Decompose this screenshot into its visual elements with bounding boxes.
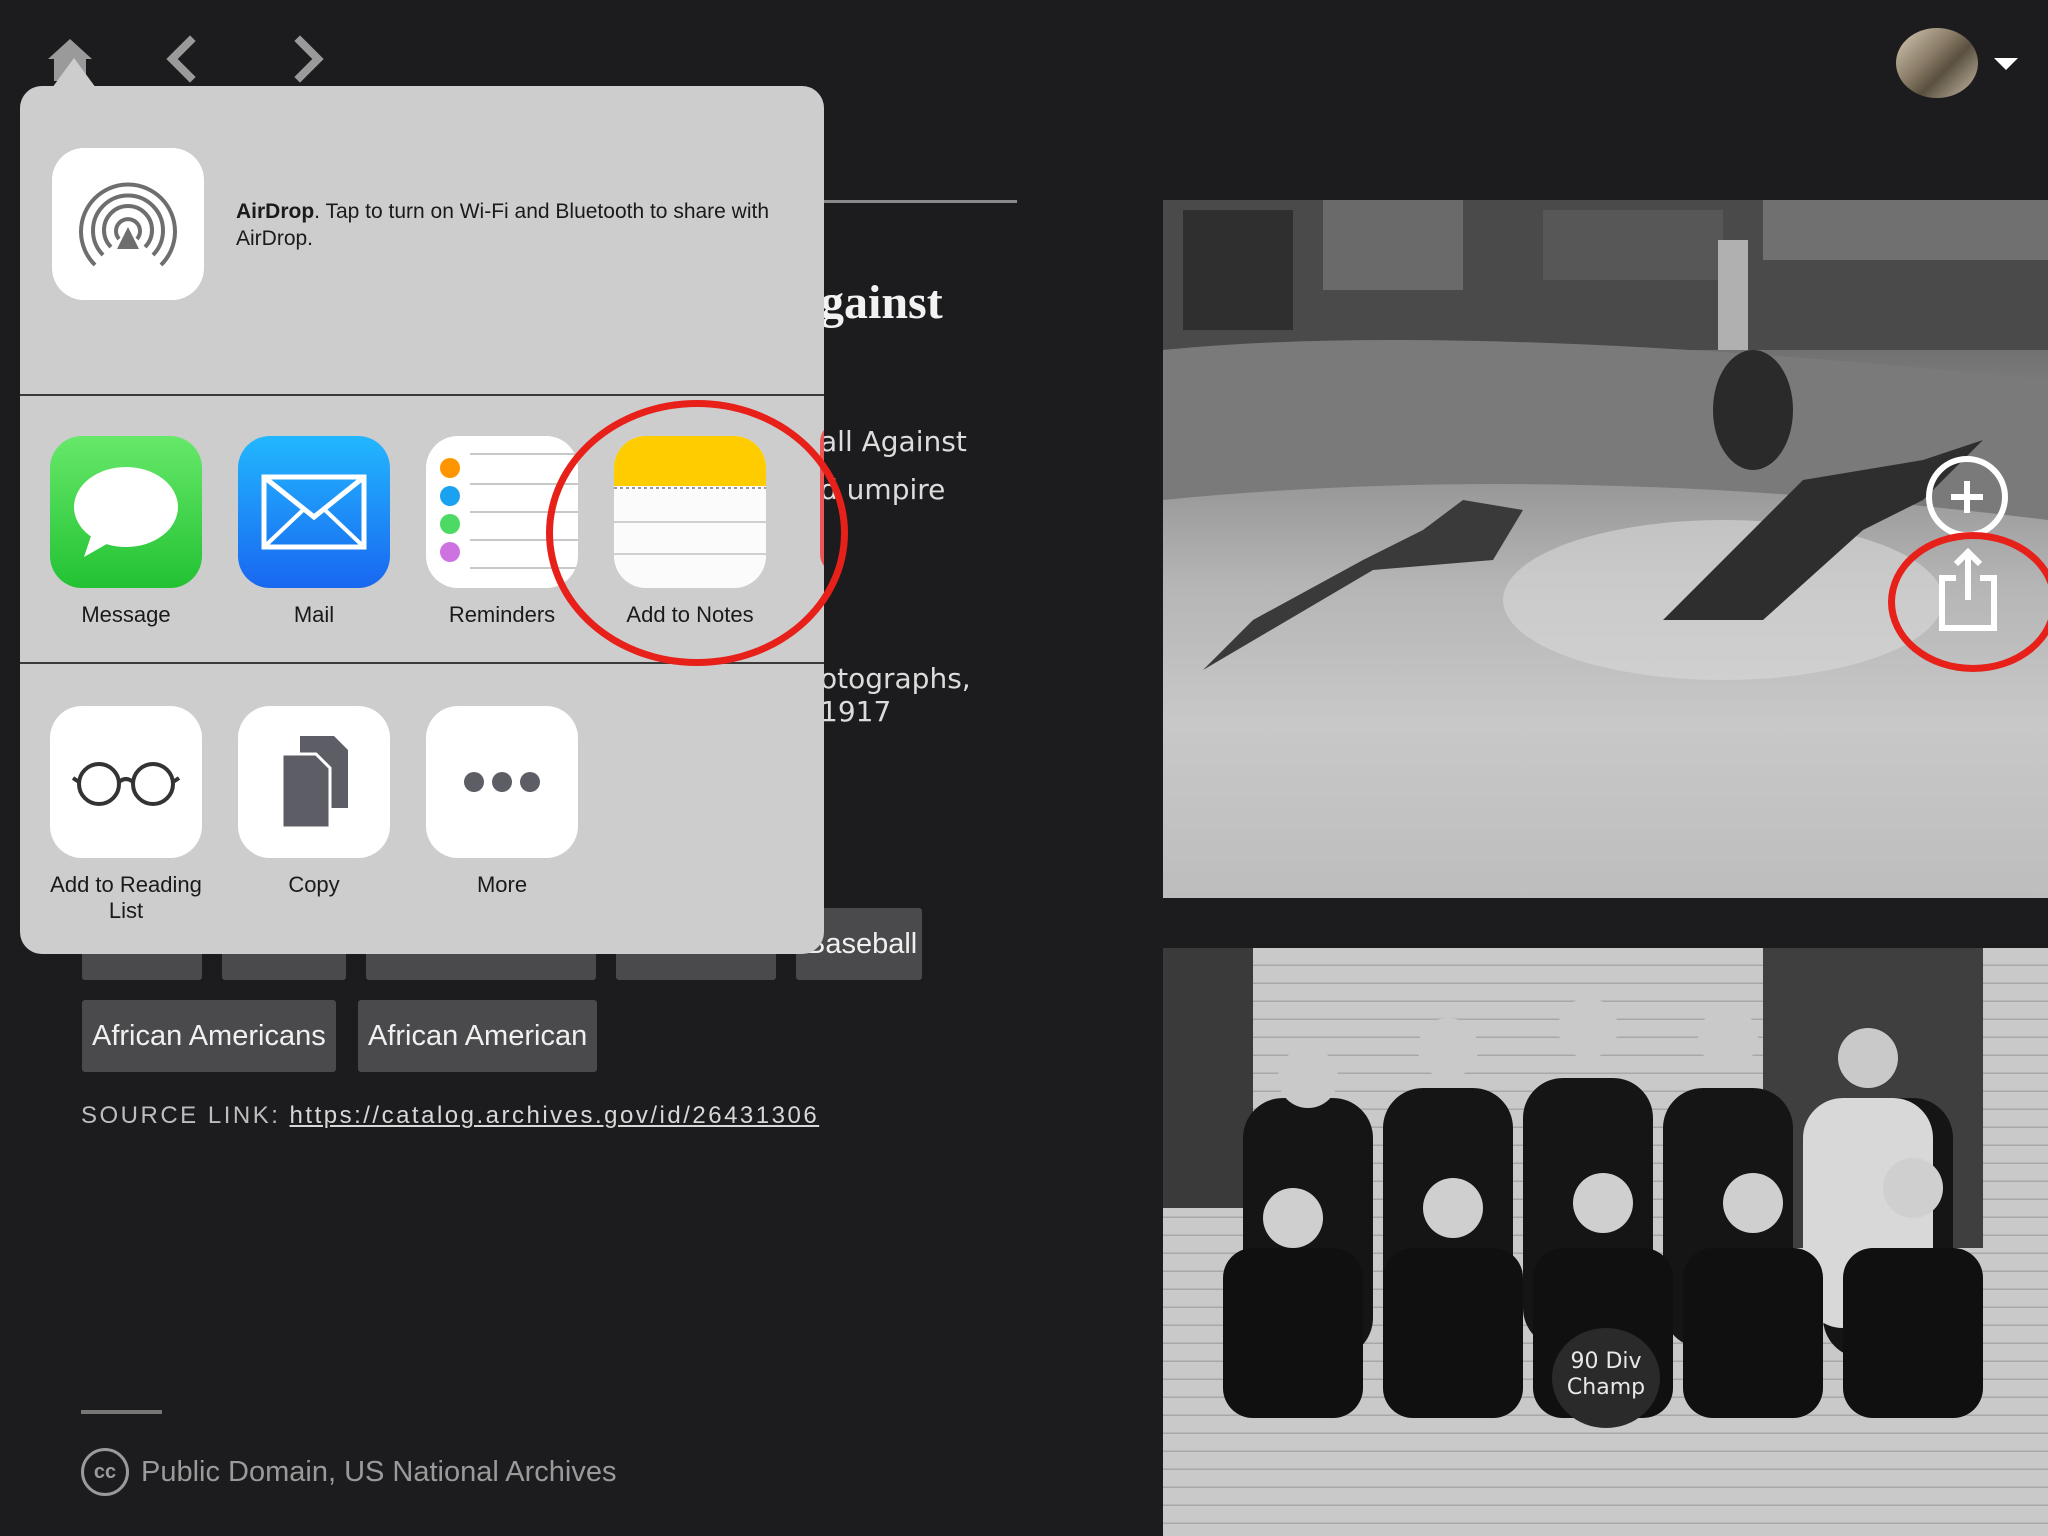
tag-african-american[interactable]: African American (358, 1000, 598, 1072)
divider (81, 1410, 162, 1414)
highlight-ring (1888, 532, 2048, 672)
highlight-ring (546, 400, 848, 666)
badge-text: Champ (1567, 1375, 1645, 1400)
airdrop-description: AirDrop. Tap to turn on Wi-Fi and Blueto… (236, 198, 796, 252)
airdrop-name: AirDrop (236, 200, 315, 223)
share-app-label: Mail (293, 602, 335, 627)
popover-arrow (52, 58, 96, 88)
badge-text: 90 Div (1570, 1349, 1641, 1374)
action-add-to-reading-list[interactable]: Add to Reading List (50, 706, 202, 924)
description-line: all Against (820, 425, 967, 458)
photo-content: 90 Div Champ (1163, 948, 1983, 1428)
action-label: More (476, 872, 528, 897)
description-line: d umpire (820, 473, 946, 506)
action-copy[interactable]: Copy (238, 706, 390, 898)
action-more[interactable]: More (426, 706, 578, 898)
add-button[interactable] (1926, 456, 2008, 538)
action-label: Add to Reading List (50, 872, 202, 923)
plus-icon (1951, 481, 1983, 513)
airdrop-section[interactable]: AirDrop. Tap to turn on Wi-Fi and Blueto… (20, 86, 824, 396)
tag-african-americans[interactable]: African Americans (82, 1000, 336, 1072)
share-app-mail[interactable]: Mail (238, 436, 390, 628)
share-app-label: Message (81, 602, 171, 627)
copy-icon (238, 706, 390, 858)
airdrop-icon (52, 148, 204, 300)
airdrop-message: . Tap to turn on Wi-Fi and Bluetooth to … (236, 200, 770, 250)
action-label: Copy (288, 872, 340, 897)
source-link[interactable]: https://catalog.archives.gov/id/26431306 (290, 1102, 820, 1129)
avatar[interactable] (1896, 28, 1978, 98)
license-text: Public Domain, US National Archives (141, 1455, 617, 1488)
photo-team[interactable]: 90 Div Champ (1163, 948, 2048, 1536)
back-button[interactable] (152, 34, 212, 84)
more-icon (426, 706, 578, 858)
chevron-left-icon (166, 35, 196, 83)
message-icon (50, 436, 202, 588)
share-app-label: Reminders (448, 602, 556, 627)
share-app-message[interactable]: Message (50, 436, 202, 628)
forward-button[interactable] (278, 34, 338, 84)
mail-icon (238, 436, 390, 588)
caret-down-icon[interactable] (1994, 58, 2018, 70)
glasses-icon (50, 706, 202, 858)
source-label: SOURCE LINK: (81, 1102, 281, 1129)
creative-commons-icon: cc (81, 1448, 129, 1496)
share-actions-row: Add to Reading List Copy More (20, 666, 824, 954)
license: cc Public Domain, US National Archives (81, 1448, 616, 1496)
chevron-right-icon (294, 35, 324, 83)
source-link-row: SOURCE LINK: https://catalog.archives.go… (81, 1102, 819, 1130)
